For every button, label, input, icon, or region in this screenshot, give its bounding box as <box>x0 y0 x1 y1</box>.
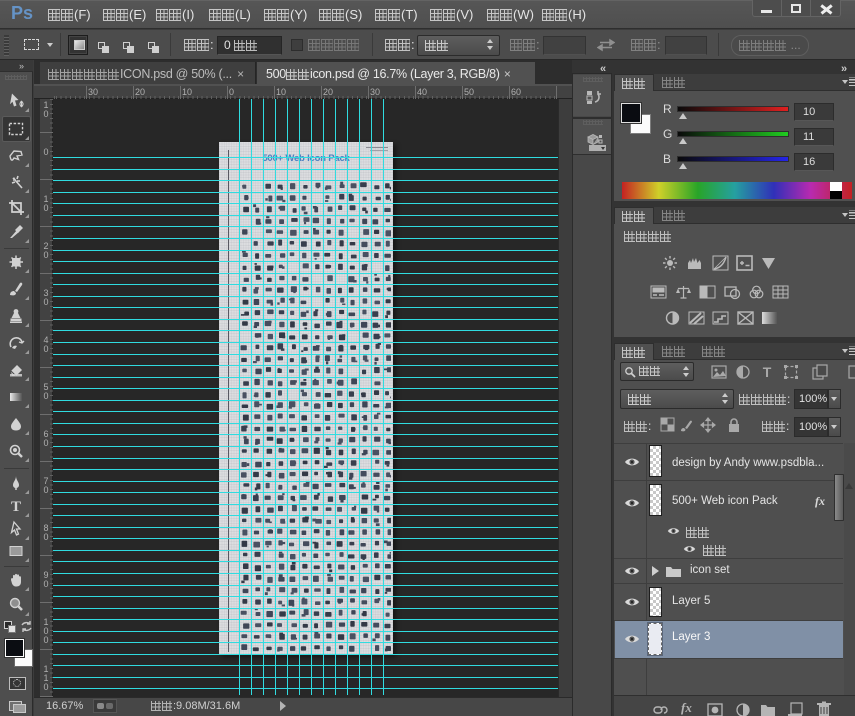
svg-text:T: T <box>763 364 772 380</box>
svg-text:T: T <box>11 499 21 515</box>
